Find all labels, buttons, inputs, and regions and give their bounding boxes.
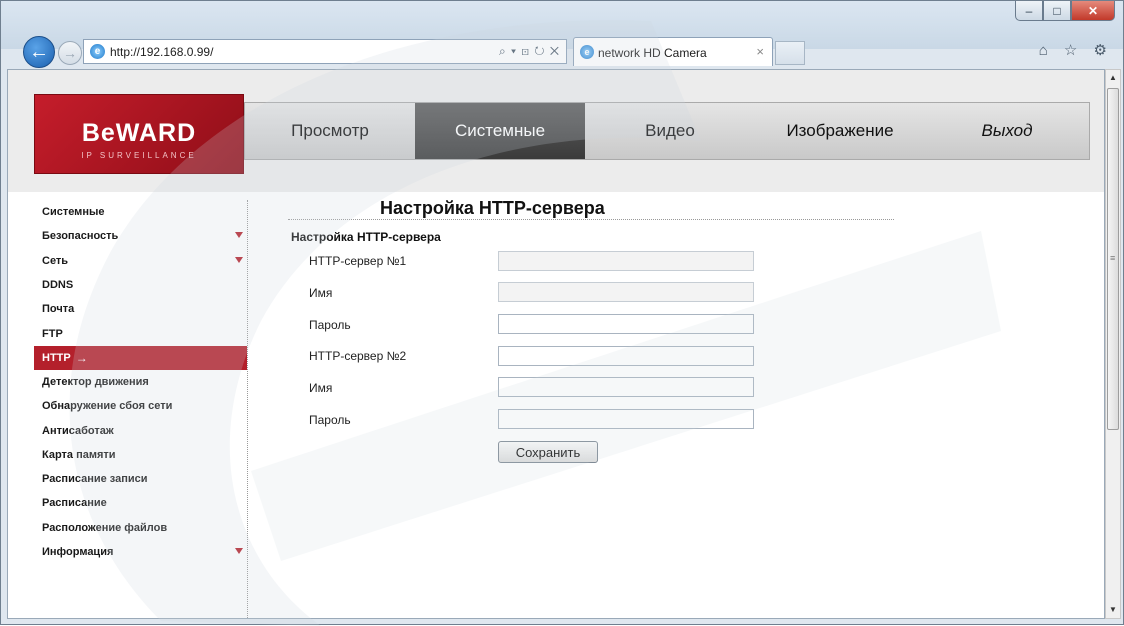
sidebar-item-label: Обнаружение сбоя сети <box>42 400 173 413</box>
scroll-up-arrow-icon[interactable]: ▲ <box>1106 70 1120 86</box>
scroll-down-arrow-icon[interactable]: ▼ <box>1106 602 1120 618</box>
sidebar-item-schedule[interactable]: Расписание <box>34 491 247 515</box>
sidebar-item-security[interactable]: Безопасность <box>34 224 247 248</box>
main-menu: Просмотр Системные Видео Изображение Вых… <box>244 102 1090 160</box>
sidebar-item-system[interactable]: Системные <box>34 200 247 224</box>
sidebar-item-label: HTTP <box>42 351 71 364</box>
sidebar-item-label: Почта <box>42 303 75 316</box>
logo-word: BeWARD <box>81 119 197 147</box>
sidebar-item-ddns[interactable]: DDNS <box>34 273 247 297</box>
menu-image[interactable]: Изображение <box>755 103 925 159</box>
sidebar-item-http[interactable]: HTTP → <box>34 345 247 370</box>
sidebar-item-memory-card[interactable]: Карта памяти <box>34 443 247 467</box>
password-2-input[interactable] <box>498 409 754 429</box>
tab-title: network HD Camera <box>598 46 707 60</box>
sidebar-item-label: Безопасность <box>42 230 119 243</box>
http-server-1-label: HTTP-сервер №1 <box>309 254 407 268</box>
ie-page-icon: e <box>90 44 105 59</box>
tab-close-icon[interactable]: × <box>756 44 764 59</box>
sidebar-item-information[interactable]: Информация <box>34 540 247 564</box>
settings-sidebar: Системные Безопасность Сеть DDNS Почта F… <box>34 200 248 618</box>
camera-header: BeWARD IP SURVEILLANCE Просмотр Системны… <box>8 70 1104 192</box>
sidebar-item-label: FTP <box>42 327 63 340</box>
ie-tab-icon: e <box>580 45 594 59</box>
dropdown-triangle-icon <box>235 256 243 263</box>
forward-button[interactable]: → <box>58 41 82 65</box>
sidebar-item-motion-detector[interactable]: Детектор движения <box>34 370 247 394</box>
dropdown-triangle-icon <box>235 232 243 239</box>
menu-logout[interactable]: Выход <box>925 103 1089 159</box>
logo-tagline: IP SURVEILLANCE <box>81 151 197 160</box>
back-arrow-icon: ← <box>29 40 49 63</box>
sidebar-item-label: Информация <box>42 546 114 558</box>
beward-logo: BeWARD IP SURVEILLANCE <box>34 94 244 174</box>
address-tools-icons[interactable]: ⌕ ▾ ⊡ ↻ ✕ <box>499 44 560 59</box>
sidebar-item-label: Сеть <box>42 254 69 267</box>
vertical-scrollbar[interactable]: ▲ ≡ ▼ <box>1105 69 1121 619</box>
arrow-right-icon: → <box>75 350 88 365</box>
password-1-label: Пароль <box>309 318 351 332</box>
address-bar[interactable]: e http://192.168.0.99/ ⌕ ▾ ⊡ ↻ ✕ <box>83 39 567 64</box>
home-favorites-tools-icons[interactable]: ⌂ ☆ ⚙ <box>1039 41 1113 59</box>
sidebar-item-label: DDNS <box>42 279 74 292</box>
browser-tab[interactable]: e network HD Camera × <box>573 37 773 66</box>
section-title: Настройка HTTP-сервера <box>291 230 441 244</box>
address-url[interactable]: http://192.168.0.99/ <box>110 45 213 59</box>
sidebar-item-label: Расписание <box>42 497 107 510</box>
back-button[interactable]: ← <box>23 36 55 68</box>
browser-window: – □ ✕ ← → e http://192.168.0.99/ ⌕ ▾ ⊡ ↻… <box>0 0 1124 626</box>
password-1-input[interactable] <box>498 314 754 334</box>
sidebar-item-label: Детектор движения <box>42 375 149 388</box>
name-1-input[interactable] <box>498 282 754 302</box>
sidebar-item-record-schedule[interactable]: Расписание записи <box>34 467 247 491</box>
name-2-input[interactable] <box>498 377 754 397</box>
close-window-button[interactable]: ✕ <box>1071 1 1115 21</box>
window-controls: – □ ✕ <box>1015 1 1115 21</box>
sidebar-item-label: Антисаботаж <box>42 424 114 437</box>
sidebar-item-network-failure[interactable]: Обнаружение сбоя сети <box>34 394 247 418</box>
save-button[interactable]: Сохранить <box>498 441 598 463</box>
scrollbar-thumb[interactable]: ≡ <box>1107 88 1119 430</box>
sidebar-item-label: Расписание записи <box>42 473 148 486</box>
menu-video[interactable]: Видео <box>585 103 755 159</box>
page-viewport: BeWARD IP SURVEILLANCE Просмотр Системны… <box>7 69 1105 619</box>
sidebar-item-label: Карта памяти <box>42 448 116 461</box>
sidebar-item-label: Системные <box>42 206 105 219</box>
http-server-2-input[interactable] <box>498 346 754 366</box>
name-2-label: Имя <box>309 381 333 395</box>
title-divider <box>288 219 894 220</box>
scroll-grip-icon: ≡ <box>1110 253 1116 263</box>
forward-arrow-icon: → <box>63 45 77 61</box>
minimize-button[interactable]: – <box>1015 1 1043 21</box>
new-tab-button[interactable] <box>775 41 805 65</box>
sidebar-item-mail[interactable]: Почта <box>34 297 247 321</box>
http-server-2-label: HTTP-сервер №2 <box>309 349 407 363</box>
maximize-button[interactable]: □ <box>1043 1 1071 21</box>
sidebar-item-ftp[interactable]: FTP <box>34 321 247 345</box>
page-title: Настройка HTTP-сервера <box>380 198 605 218</box>
sidebar-item-tamper[interactable]: Антисаботаж <box>34 418 247 442</box>
dropdown-triangle-icon <box>235 547 243 554</box>
password-2-label: Пароль <box>309 413 351 427</box>
menu-system[interactable]: Системные <box>415 103 585 159</box>
sidebar-item-file-location[interactable]: Расположение файлов <box>34 516 247 540</box>
menu-view[interactable]: Просмотр <box>245 103 415 159</box>
sidebar-item-network[interactable]: Сеть <box>34 249 247 273</box>
http-server-1-input[interactable] <box>498 251 754 271</box>
sidebar-item-label: Расположение файлов <box>42 521 168 534</box>
name-1-label: Имя <box>309 286 333 300</box>
